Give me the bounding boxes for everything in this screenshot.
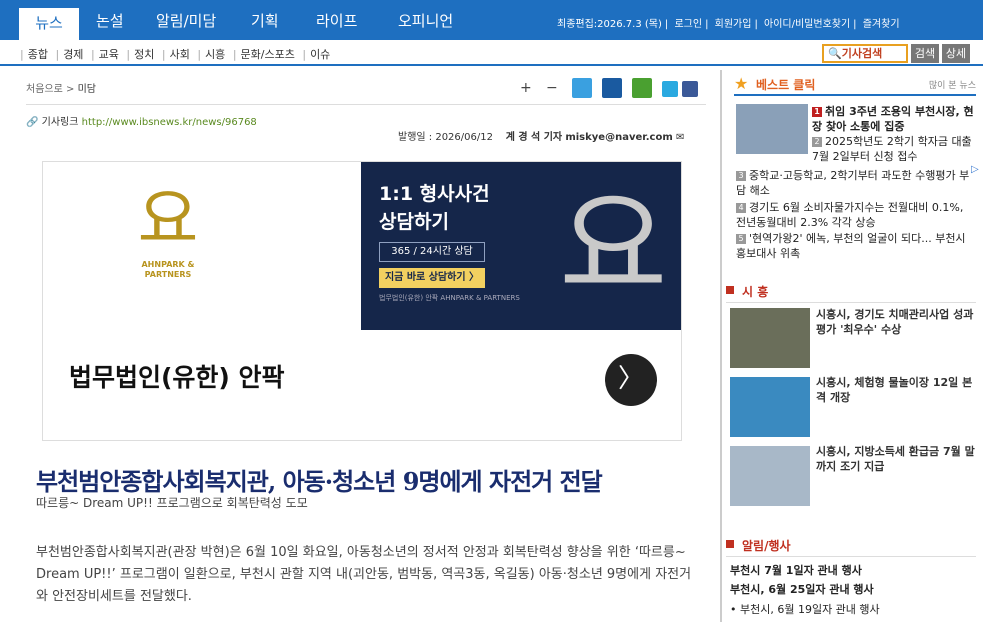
- twitter-icon[interactable]: [662, 81, 678, 97]
- breadcrumb-home[interactable]: 처음으로: [26, 84, 63, 95]
- email-icon[interactable]: [572, 78, 592, 98]
- article-url[interactable]: http://www.ibsnews.kr/news/96768: [82, 117, 257, 128]
- download-icon[interactable]: [632, 78, 652, 98]
- best-item-1[interactable]: 1 취임 3주년 조용익 부천시장, 현장 찾아 소통에 집중: [812, 104, 976, 134]
- breadcrumb: 처음으로 > 미담: [26, 84, 96, 95]
- join-link[interactable]: 회원가입: [715, 19, 752, 30]
- subnav-issue[interactable]: 이슈: [310, 48, 330, 61]
- breadcrumb-current: 미담: [77, 84, 96, 95]
- best-item-2[interactable]: 2 2025학년도 2학기 학자금 대출 7월 2일부터 신청 접수: [812, 134, 976, 164]
- ad-headline: 1:1 형사사건 상담하기: [379, 183, 490, 233]
- divider: [26, 104, 706, 105]
- search-icon: 🔍: [828, 47, 842, 60]
- subnav-politics[interactable]: 정치: [134, 48, 154, 61]
- reporter-email[interactable]: miskye@naver.com: [565, 132, 672, 143]
- siheung-section-header: 시 흥: [726, 283, 976, 303]
- search-input[interactable]: 🔍기사검색: [822, 44, 908, 63]
- tab-life[interactable]: 라이프: [316, 10, 357, 31]
- notice-section-header: 알림/행사: [726, 537, 976, 557]
- most-viewed-link[interactable]: 많이 본 뉴스: [929, 78, 976, 91]
- publish-date: 발행일 : 2026/06/12: [398, 132, 493, 143]
- ad-banner[interactable]: 요 1:1 형사사건 상담하기 365 / 24시간 상담 지금 바로 상담하기 …: [361, 162, 983, 330]
- ad-name: 법무법인(유한) 안팍: [69, 363, 285, 392]
- siheung-thumbnail-3[interactable]: [730, 446, 810, 506]
- article-subtitle: 따르릉~ Dream UP!! 프로그램으로 회복탄력성 도모: [36, 496, 308, 510]
- ad-logo: 요 AHNPARK & PARTNERS: [137, 181, 199, 279]
- best-item-5[interactable]: 5 '현역가왕2' 에녹, 부천의 얼굴이 되다... 부천시 홍보대사 위촉: [736, 231, 976, 261]
- ad-footer: 법무법인(유한) 안팍 AHNPARK & PARTNERS: [379, 294, 520, 302]
- column-divider: [720, 70, 722, 622]
- subnav-siheung[interactable]: 시흥: [205, 48, 225, 61]
- reporter-name: 계 경 석 기자: [505, 132, 563, 143]
- best-news-thumbnail[interactable]: [736, 104, 808, 154]
- tab-editorial[interactable]: 논설: [96, 10, 124, 31]
- mail-icon[interactable]: ✉: [676, 132, 684, 143]
- star-icon: ★: [734, 74, 749, 93]
- siheung-item-1[interactable]: 시흥시, 경기도 치매관리사업 성과평가 '최우수' 수상: [816, 307, 976, 337]
- notice-item-1[interactable]: 부천시 7월 1일자 관내 행사: [730, 562, 862, 578]
- subnav-general[interactable]: 종합: [28, 48, 48, 61]
- subnav-economy[interactable]: 경제: [63, 48, 83, 61]
- siheung-thumbnail-2[interactable]: [730, 377, 810, 437]
- subnav-culture[interactable]: 문화/스포츠: [241, 48, 295, 61]
- tab-feature[interactable]: 기획: [251, 10, 279, 31]
- facebook-icon[interactable]: [682, 81, 698, 97]
- font-increase-button[interactable]: +: [520, 80, 532, 96]
- siheung-item-2[interactable]: 시흥시, 체험형 물놀이장 12일 본격 개장: [816, 375, 976, 405]
- font-decrease-button[interactable]: −: [546, 80, 558, 96]
- detail-search-button[interactable]: 상세: [942, 44, 970, 63]
- article-link: 🔗 기사링크 http://www.ibsnews.kr/news/96768: [26, 117, 257, 128]
- subnav-education[interactable]: 교육: [99, 48, 119, 61]
- login-link[interactable]: 로그인: [674, 19, 702, 30]
- ad-symbol-image: 요: [559, 177, 668, 315]
- advertisement[interactable]: 요 AHNPARK & PARTNERS 요 1:1 형사사건 상담하기 365 …: [42, 161, 983, 441]
- ad-consult-button[interactable]: 지금 바로 상담하기 〉: [379, 268, 485, 288]
- tab-notice[interactable]: 알림/미담: [156, 10, 216, 31]
- best-click-header: ★ 베스트 클릭 많이 본 뉴스: [734, 74, 976, 96]
- best-item-4[interactable]: 4 경기도 6월 소비자물가지수는 전월대비 0.1%, 전년동월대비 2.3% …: [736, 200, 976, 230]
- article-tools: + −: [520, 78, 710, 102]
- tab-news[interactable]: 뉴스: [19, 8, 79, 40]
- ad-arrow-button[interactable]: 〉: [605, 354, 657, 406]
- ad-hours-pill: 365 / 24시간 상담: [379, 242, 485, 262]
- best-item-3[interactable]: 3 중학교·고등학교, 2학기부터 과도한 수행평가 부담 해소: [736, 168, 976, 198]
- find-account-link[interactable]: 아이디/비밀번호찾기: [764, 19, 850, 30]
- top-nav-bar: 뉴스 논설 알림/미담 기획 라이프 오피니언 최종편집:2026.7.3 (목…: [0, 0, 983, 40]
- print-icon[interactable]: [602, 78, 622, 98]
- siheung-item-3[interactable]: 시흥시, 지방소득세 환급금 7월 말까지 조기 지급: [816, 444, 976, 474]
- subnav-society[interactable]: 사회: [170, 48, 190, 61]
- util-links: 최종편집:2026.7.3 (목) | 로그인 | 회원가입 | 아이디/비밀번호찾기…: [557, 19, 900, 30]
- article-title: 부천범안종합사회복지관, 아동·청소년 9명에게 자전거 전달: [36, 467, 603, 496]
- notice-item-2[interactable]: 부천시, 6월 25일자 관내 행사: [730, 581, 874, 597]
- notice-item-3[interactable]: • 부천시, 6월 19일자 관내 행사: [730, 601, 880, 617]
- byline: 발행일 : 2026/06/12 계 경 석 기자 miskye@naver.c…: [398, 128, 684, 143]
- siheung-thumbnail-1[interactable]: [730, 308, 810, 368]
- last-edit-date: 최종편집:2026.7.3 (목): [557, 19, 662, 30]
- link-icon: 🔗: [26, 117, 39, 128]
- search-button[interactable]: 검색: [911, 44, 939, 63]
- article-body: 부천범안종합사회복지관(관장 박현)은 6월 10일 화요일, 아동청소년의 정…: [36, 545, 692, 604]
- bookmark-link[interactable]: 즐겨찾기: [863, 19, 900, 30]
- tab-opinion[interactable]: 오피니언: [398, 10, 453, 31]
